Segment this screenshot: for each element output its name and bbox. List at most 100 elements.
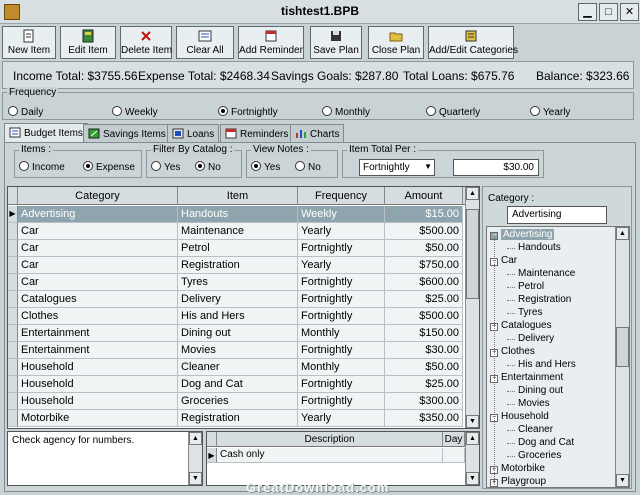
category-cell[interactable]: Car (18, 257, 178, 274)
delete-item-button[interactable]: Delete Item (120, 26, 172, 59)
scroll-up-icon[interactable]: ▲ (189, 432, 202, 445)
amount-cell[interactable]: $15.00 (385, 206, 463, 223)
table-row[interactable]: Car Maintenance Yearly $500.00 (8, 223, 465, 240)
frequency-cell[interactable]: Fortnightly (298, 274, 385, 291)
frequency-cell[interactable]: Yearly (298, 410, 385, 427)
item-cell[interactable]: His and Hers (178, 308, 298, 325)
new-item-button[interactable]: New Item (2, 26, 56, 59)
item-cell[interactable]: Registration (178, 410, 298, 427)
frequency-yearly[interactable]: Yearly (530, 106, 570, 118)
column-description[interactable]: Description (217, 432, 443, 447)
amount-cell[interactable]: $300.00 (385, 393, 463, 410)
frequency-cell[interactable]: Yearly (298, 223, 385, 240)
category-cell[interactable]: Entertainment (18, 325, 178, 342)
table-row[interactable]: Household Dog and Cat Fortnightly $25.00 (8, 376, 465, 393)
minimize-button[interactable]: ▁ (578, 3, 597, 21)
item-cell[interactable]: Handouts (178, 206, 298, 223)
tree-item-node[interactable]: Registration (518, 294, 571, 305)
category-cell[interactable]: Advertising (18, 206, 178, 223)
category-cell[interactable]: Household (18, 376, 178, 393)
category-cell[interactable]: Catalogues (18, 291, 178, 308)
amount-cell[interactable]: $50.00 (385, 240, 463, 257)
add-edit-categories-button[interactable]: Add/Edit Categories (428, 26, 518, 59)
item-cell[interactable]: Movies (178, 342, 298, 359)
item-cell[interactable]: Registration (178, 257, 298, 274)
tree-item-node[interactable]: Tyres (518, 307, 542, 318)
amount-cell[interactable]: $30.00 (385, 342, 463, 359)
table-row[interactable]: Entertainment Movies Fortnightly $30.00 (8, 342, 465, 359)
description-scrollbar[interactable]: ▲ ▼ (465, 432, 479, 485)
frequency-fortnightly[interactable]: Fortnightly (218, 106, 278, 118)
clear-all-button[interactable]: Clear All (176, 26, 234, 59)
scroll-thumb[interactable] (466, 209, 479, 299)
close-window-button[interactable]: ✕ (620, 3, 639, 21)
frequency-cell[interactable]: Fortnightly (298, 308, 385, 325)
frequency-cell[interactable]: Monthly (298, 359, 385, 376)
tree-category-node[interactable]: − Clothes (490, 346, 535, 357)
description-row[interactable]: ▶ Cash only (207, 448, 465, 465)
notes-box[interactable]: Check agency for numbers. ▲ ▼ (7, 431, 203, 486)
frequency-cell[interactable]: Fortnightly (298, 291, 385, 308)
category-cell[interactable]: Household (18, 393, 178, 410)
scroll-down-icon[interactable]: ▼ (189, 472, 202, 485)
table-row[interactable]: Car Registration Yearly $750.00 (8, 257, 465, 274)
tree-item-node[interactable]: Handouts (518, 242, 561, 253)
amount-cell[interactable]: $25.00 (385, 376, 463, 393)
scroll-down-icon[interactable]: ▼ (466, 415, 479, 428)
amount-cell[interactable]: $500.00 (385, 308, 463, 325)
catalog-yes-radio[interactable]: Yes (151, 161, 180, 173)
tree-category-node[interactable]: + Motorbike (490, 463, 545, 474)
item-cell[interactable]: Delivery (178, 291, 298, 308)
amount-cell[interactable]: $350.00 (385, 410, 463, 427)
frequency-monthly[interactable]: Monthly (322, 106, 370, 118)
item-cell[interactable]: Tyres (178, 274, 298, 291)
column-item[interactable]: Item (178, 187, 298, 205)
item-cell[interactable]: Maintenance (178, 223, 298, 240)
item-cell[interactable]: Dining out (178, 325, 298, 342)
category-field[interactable]: Advertising (507, 206, 607, 224)
add-reminder-button[interactable]: Add Reminder (238, 26, 304, 59)
edit-item-button[interactable]: Edit Item (60, 26, 116, 59)
tree-category-node[interactable]: + Playgroup (490, 476, 546, 487)
tree-item-node[interactable]: His and Hers (518, 359, 576, 370)
category-cell[interactable]: Car (18, 223, 178, 240)
frequency-cell[interactable]: Fortnightly (298, 393, 385, 410)
column-frequency[interactable]: Frequency (298, 187, 385, 205)
items-expense-radio[interactable]: Expense (83, 161, 135, 173)
scroll-down-icon[interactable]: ▼ (466, 472, 479, 485)
tree-item-node[interactable]: Maintenance (518, 268, 575, 279)
category-cell[interactable]: Entertainment (18, 342, 178, 359)
frequency-cell[interactable]: Weekly (298, 206, 385, 223)
amount-cell[interactable]: $500.00 (385, 223, 463, 240)
close-plan-button[interactable]: Close Plan (368, 26, 424, 59)
frequency-quarterly[interactable]: Quarterly (426, 106, 480, 118)
category-cell[interactable]: Motorbike (18, 410, 178, 427)
table-row[interactable]: Motorbike Registration Yearly $350.00 (8, 410, 465, 427)
grid-scrollbar[interactable]: ▲ ▼ (465, 187, 479, 428)
scroll-thumb[interactable] (616, 327, 629, 367)
frequency-cell[interactable]: Monthly (298, 325, 385, 342)
tree-item-node[interactable]: Petrol (518, 281, 544, 292)
amount-cell[interactable]: $50.00 (385, 359, 463, 376)
frequency-cell[interactable]: Fortnightly (298, 376, 385, 393)
tab-budget-items[interactable]: Budget Items (4, 123, 88, 143)
item-cell[interactable]: Groceries (178, 393, 298, 410)
frequency-cell[interactable]: Fortnightly (298, 342, 385, 359)
table-row[interactable]: Household Groceries Fortnightly $300.00 (8, 393, 465, 410)
day-cell[interactable] (443, 448, 465, 463)
amount-cell[interactable]: $150.00 (385, 325, 463, 342)
tree-item-node[interactable]: Groceries (518, 450, 561, 461)
save-plan-button[interactable]: Save Plan (310, 26, 362, 59)
maximize-button[interactable]: □ (599, 3, 618, 21)
category-cell[interactable]: Clothes (18, 308, 178, 325)
frequency-weekly[interactable]: Weekly (112, 106, 158, 118)
tree-category-node[interactable]: − Household (490, 411, 549, 422)
amount-cell[interactable]: $600.00 (385, 274, 463, 291)
table-row[interactable]: ▶ Advertising Handouts Weekly $15.00 (8, 206, 465, 223)
frequency-daily[interactable]: Daily (8, 106, 43, 118)
item-cell[interactable]: Cleaner (178, 359, 298, 376)
amount-cell[interactable]: $750.00 (385, 257, 463, 274)
items-income-radio[interactable]: Income (19, 161, 65, 173)
tree-category-node[interactable]: − Advertising (490, 229, 555, 240)
table-row[interactable]: Entertainment Dining out Monthly $150.00 (8, 325, 465, 342)
